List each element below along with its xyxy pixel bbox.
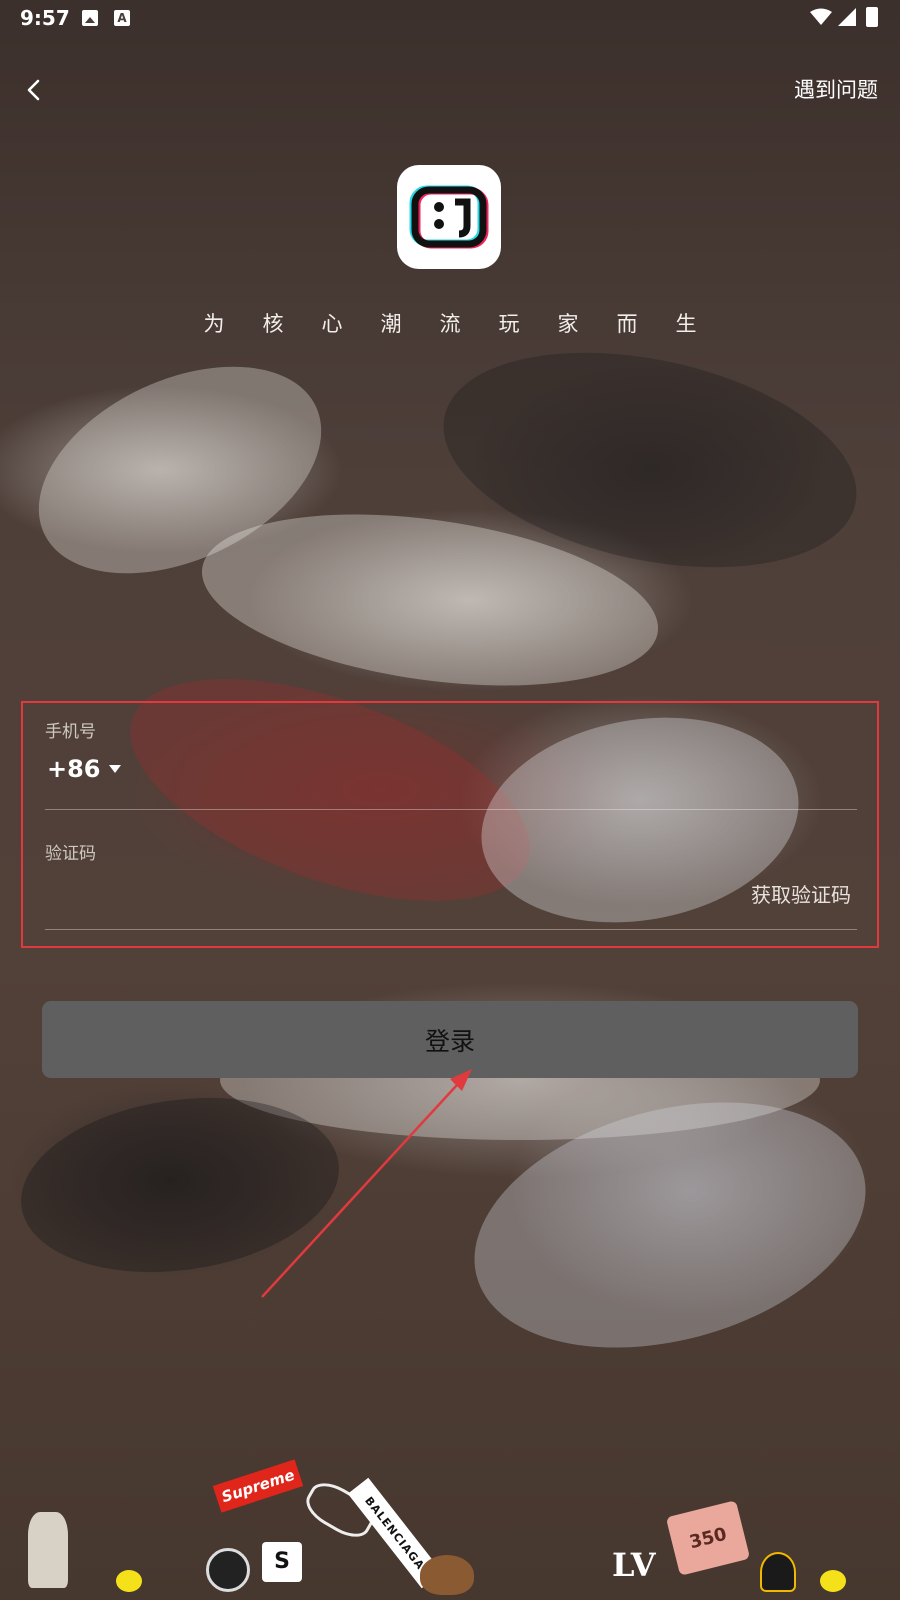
code-divider (45, 929, 857, 930)
country-code-selector[interactable]: +86 (47, 755, 121, 783)
battery-icon (866, 7, 878, 27)
app-logo (397, 165, 501, 269)
badge-sticker (760, 1552, 796, 1592)
country-code-text: +86 (47, 755, 101, 783)
lemon-sticker (820, 1570, 846, 1592)
brand-sticker-row: Supreme S BALENCIAGA LV 350 (0, 1459, 900, 1600)
phone-input[interactable] (143, 751, 743, 791)
back-button[interactable] (16, 72, 52, 108)
a-notification-icon: A (114, 10, 130, 26)
app-logo-icon (409, 185, 489, 249)
round-badge-sticker (206, 1548, 250, 1592)
annotation-arrow-icon (261, 1069, 472, 1298)
login-form: 手机号 +86 验证码 获取验证码 (21, 701, 879, 948)
sneaker-sticker (28, 1512, 68, 1588)
status-time: 9:57 (20, 6, 70, 30)
get-code-button[interactable]: 获取验证码 (751, 879, 851, 908)
verification-code-input[interactable] (45, 869, 645, 909)
phone-divider (45, 809, 857, 810)
lemon-sticker (116, 1570, 142, 1592)
status-bar: 9:57 A (0, 0, 900, 36)
signal-icon (838, 8, 856, 26)
caret-down-icon (108, 765, 121, 773)
wifi-icon (810, 8, 832, 25)
slogan-text: 为核心潮流玩家而生 (203, 312, 735, 336)
phone-label: 手机号 (45, 722, 96, 742)
boost-box-sticker: 350 (665, 1500, 751, 1576)
help-link[interactable]: 遇到问题 (794, 74, 878, 104)
bape-sticker (420, 1555, 474, 1595)
gallery-notification-icon (82, 10, 98, 26)
chevron-left-icon (27, 79, 40, 101)
login-screen: 9:57 A 遇到问题 为核心潮流玩家而生 手机号 +86 验证码 获取验证码 … (0, 0, 900, 1600)
supreme-sticker: Supreme (212, 1459, 304, 1513)
salomon-sticker: S (262, 1542, 302, 1582)
lv-sticker: LV (612, 1546, 656, 1584)
code-label: 验证码 (45, 844, 96, 864)
